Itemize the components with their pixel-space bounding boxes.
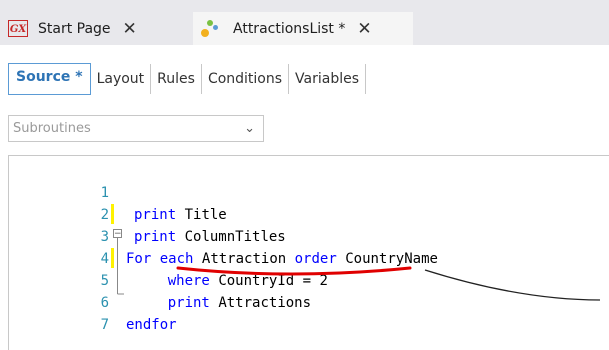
subtab-variables[interactable]: Variables	[289, 64, 367, 94]
tab-attractionslist-label: AttractionsList *	[233, 20, 346, 37]
code-text: For each Attraction order CountryName	[126, 251, 438, 267]
subroutines-dropdown-value: Subroutines	[13, 121, 91, 136]
editor-section-tabs: Source * Layout Rules Conditions Variabl…	[0, 45, 609, 117]
document-tab-bar: GX Start Page ✕ AttractionsList * ✕	[0, 0, 609, 45]
chevron-down-icon: ⌄	[244, 121, 255, 136]
subtab-layout[interactable]: Layout	[91, 64, 152, 94]
code-line: 7	[9, 292, 109, 333]
code-line: 1 print Title	[9, 160, 227, 223]
subroutines-dropdown[interactable]: Subroutines ⌄	[8, 115, 264, 142]
source-code-editor[interactable]: − 1 print Title 2 print ColumnTitles 3 F…	[8, 155, 609, 350]
subtab-source[interactable]: Source *	[8, 63, 91, 95]
subtab-conditions[interactable]: Conditions	[202, 64, 290, 94]
change-marker	[111, 204, 114, 224]
genexus-logo-icon: GX	[8, 20, 28, 37]
tab-attractionslist[interactable]: AttractionsList * ✕	[193, 12, 413, 45]
code-line: 2 print ColumnTitles	[9, 182, 286, 245]
fold-collapse-icon[interactable]: −	[113, 229, 122, 239]
code-line: 3 For each Attraction order CountryName	[9, 204, 438, 267]
close-icon[interactable]: ✕	[357, 19, 371, 39]
code-text: where CountryId = 2	[167, 273, 328, 289]
line-number: 7	[100, 317, 109, 333]
subtab-rules[interactable]: Rules	[151, 64, 202, 94]
code-line: 5 print Attractions	[9, 248, 311, 311]
code-line: 4 where CountryId = 2	[9, 226, 328, 289]
code-text: print Attractions	[167, 295, 312, 311]
tab-start-page-label: Start Page	[38, 20, 111, 37]
code-text: print ColumnTitles	[134, 229, 286, 245]
tab-start-page[interactable]: GX Start Page ✕	[8, 12, 193, 45]
procedure-icon	[201, 19, 219, 38]
code-line: 6 endfor	[9, 270, 177, 333]
code-text: endfor	[126, 317, 177, 333]
code-text: print Title	[134, 207, 227, 223]
close-icon[interactable]: ✕	[123, 19, 137, 39]
